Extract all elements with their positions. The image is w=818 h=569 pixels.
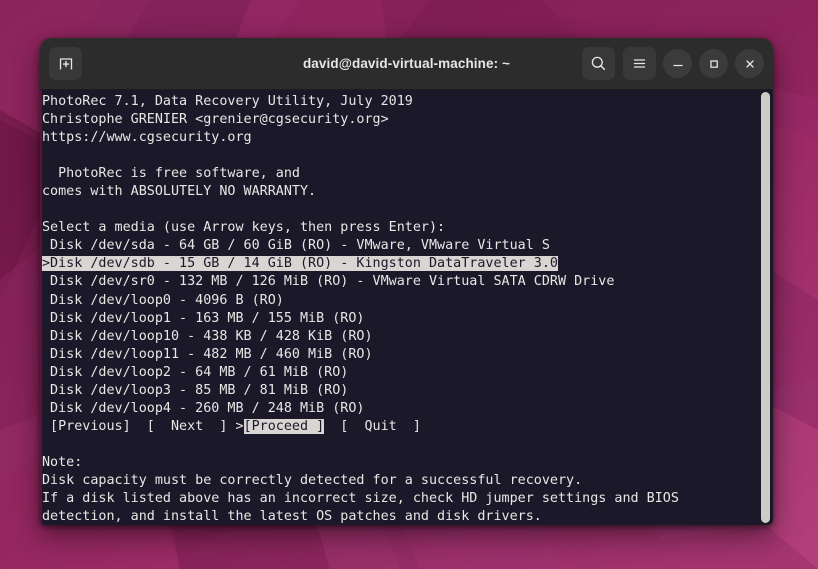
window-bottom-edge [40,523,773,525]
search-button[interactable] [582,47,615,80]
terminal-line: Note: [42,454,83,470]
terminal-scrollbar-track[interactable] [753,90,773,525]
terminal-line: Disk /dev/loop0 - 4096 B (RO) [42,292,284,308]
terminal-line: >Disk /dev/sdb - 15 GB / 14 GiB (RO) - K… [42,255,751,273]
terminal-line: Disk /dev/sr0 - 132 MB / 126 MiB (RO) - … [42,274,615,290]
titlebar-controls [574,47,764,80]
hamburger-menu-icon [633,59,646,68]
terminal-line: Disk /dev/loop4 - 260 MB / 248 MiB (RO) [42,400,365,416]
menu-button[interactable] [623,47,656,80]
close-button[interactable] [735,49,764,78]
close-icon [745,59,754,68]
terminal-line: [Previous] [ Next ] >[Proceed ] [ Quit ] [42,418,421,434]
terminal-scrollbar-thumb[interactable] [761,92,770,523]
terminal-line: PhotoRec is free software, and [42,166,300,182]
terminal-line: Disk /dev/loop2 - 64 MB / 61 MiB (RO) [42,364,349,380]
minimize-button[interactable] [663,49,692,78]
terminal-line: Disk /dev/sda - 64 GB / 60 GiB (RO) - VM… [42,238,550,254]
terminal-line: Disk capacity must be correctly detected… [42,472,583,488]
terminal-text-output: PhotoRec 7.1, Data Recovery Utility, Jul… [42,93,751,525]
terminal-content-area[interactable]: PhotoRec 7.1, Data Recovery Utility, Jul… [40,90,773,525]
minimize-icon [672,64,683,66]
maximize-button[interactable] [699,49,728,78]
window-titlebar[interactable]: david@david-virtual-machine: ~ [40,38,773,90]
terminal-line: Disk /dev/loop10 - 438 KB / 428 KiB (RO) [42,328,373,344]
terminal-line: comes with ABSOLUTELY NO WARRANTY. [42,184,317,200]
terminal-line: https://www.cgsecurity.org [42,130,252,146]
maximize-icon [709,59,718,68]
terminal-line: Disk /dev/loop1 - 163 MB / 155 MiB (RO) [42,310,365,326]
terminal-window[interactable]: david@david-virtual-machine: ~ PhotoRec … [40,38,773,525]
terminal-highlighted-text[interactable]: [Proceed ] [243,418,325,434]
terminal-line: If a disk listed above has an incorrect … [42,491,679,507]
search-icon [591,56,606,71]
terminal-line: PhotoRec 7.1, Data Recovery Utility, Jul… [42,94,413,109]
terminal-highlighted-text[interactable]: >Disk /dev/sdb - 15 GB / 14 GiB (RO) - K… [42,256,558,272]
terminal-line: Select a media (use Arrow keys, then pre… [42,220,446,236]
new-tab-icon [59,57,72,69]
terminal-line: Christophe GRENIER <grenier@cgsecurity.o… [42,112,389,128]
new-tab-button[interactable] [49,47,82,80]
terminal-line: Disk /dev/loop3 - 85 MB / 81 MiB (RO) [42,382,349,398]
terminal-line: Disk /dev/loop11 - 482 MB / 460 MiB (RO) [42,346,373,362]
